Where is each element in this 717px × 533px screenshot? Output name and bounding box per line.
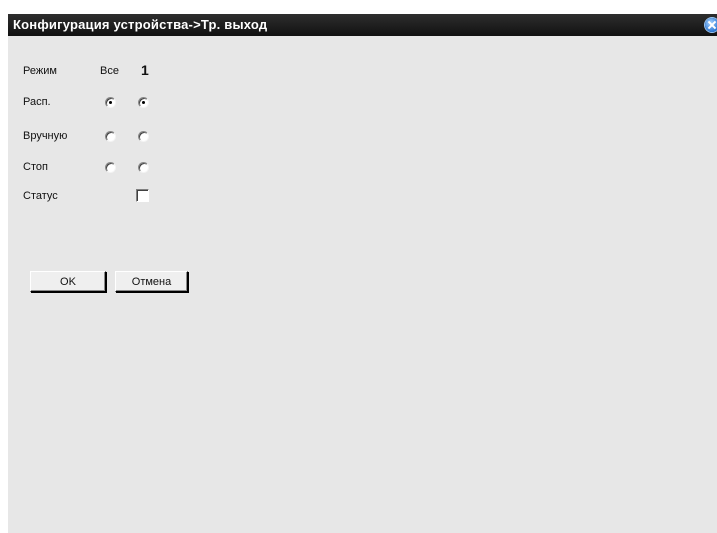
stop-all-radio[interactable] (105, 162, 116, 173)
all-column-header: Все (100, 65, 119, 77)
cancel-button[interactable]: Отмена (115, 271, 188, 292)
schedule-all-radio[interactable] (105, 97, 116, 108)
manual-row-label: Вручную (23, 130, 68, 142)
schedule-row-label: Расп. (23, 96, 51, 108)
close-icon[interactable] (705, 18, 717, 32)
stop-channel-1-radio[interactable] (138, 162, 149, 173)
mode-label: Режим (23, 65, 57, 77)
window-title: Конфигурация устройства->Тр. выход (13, 17, 268, 32)
status-channel-1-checkbox[interactable] (136, 189, 149, 202)
channel-1-column-header: 1 (141, 62, 149, 78)
title-bar: Конфигурация устройства->Тр. выход (8, 14, 717, 36)
stop-row-label: Стоп (23, 161, 48, 173)
schedule-channel-1-radio[interactable] (138, 97, 149, 108)
alarm-output-config-window: Конфигурация устройства->Тр. выход Режим… (8, 14, 717, 533)
status-label: Статус (23, 190, 58, 202)
ok-button[interactable]: OK (30, 271, 106, 292)
manual-all-radio[interactable] (105, 131, 116, 142)
manual-channel-1-radio[interactable] (138, 131, 149, 142)
